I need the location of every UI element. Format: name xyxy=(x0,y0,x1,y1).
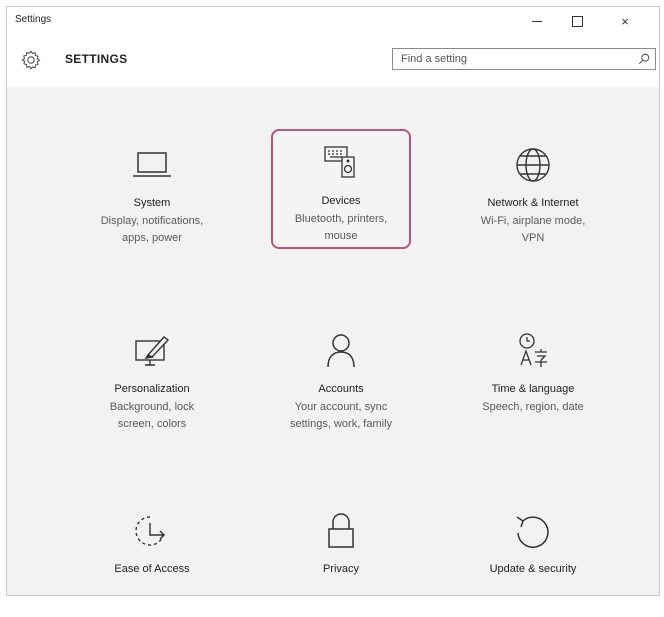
tile-description: Display, notifications, apps, power xyxy=(82,213,222,247)
page-title: SETTINGS xyxy=(65,52,128,66)
tile-description-line: settings, work, family xyxy=(289,418,393,430)
update-icon xyxy=(516,516,549,548)
tile-description-line: apps, power xyxy=(122,232,182,244)
tile-description: Bluetooth, printers, mouse xyxy=(273,211,409,245)
tile-description-line: Display, notifications, xyxy=(100,215,204,227)
tile-title: System xyxy=(133,197,171,209)
time-language-icon xyxy=(519,333,547,367)
tile-description-line: Speech, region, date xyxy=(482,401,584,413)
tile-title: Personalization xyxy=(114,383,190,395)
maximize-button[interactable] xyxy=(557,7,597,35)
tile-description: Wi-Fi, airplane mode, VPN xyxy=(463,213,603,247)
tile-description: Background, lock screen, colors xyxy=(82,399,222,433)
tile-title: Network & Internet xyxy=(487,197,579,209)
tile-network-internet[interactable]: Network & Internet Wi-Fi, airplane mode,… xyxy=(463,131,603,251)
title-bar[interactable]: Settings × xyxy=(7,7,659,35)
tile-title: Devices xyxy=(321,195,361,207)
ease-of-access-icon xyxy=(135,516,165,546)
laptop-icon xyxy=(133,152,171,177)
lock-icon xyxy=(328,513,354,548)
close-button[interactable]: × xyxy=(605,7,645,35)
tile-accounts[interactable]: Accounts Your account, sync settings, wo… xyxy=(271,317,411,437)
settings-header: SETTINGS xyxy=(7,35,659,87)
window-title: Settings xyxy=(15,14,52,25)
search-input[interactable] xyxy=(393,49,631,69)
minimize-button[interactable] xyxy=(517,7,557,35)
tile-description: Your account, sync settings, work, famil… xyxy=(271,399,411,433)
tile-privacy[interactable]: Privacy xyxy=(271,497,411,617)
tile-description-line: Background, lock xyxy=(109,401,195,413)
tile-personalization[interactable]: Personalization Background, lock screen,… xyxy=(82,317,222,437)
globe-icon xyxy=(516,148,550,182)
tile-title: Accounts xyxy=(318,383,364,395)
devices-icon xyxy=(324,146,355,178)
tile-title: Privacy xyxy=(322,563,360,575)
close-icon: × xyxy=(621,13,629,29)
tile-description-line: screen, colors xyxy=(117,418,187,430)
tile-description-line: mouse xyxy=(324,230,358,242)
tile-description-line: Wi-Fi, airplane mode, xyxy=(480,215,586,227)
settings-grid: System Display, notifications, apps, pow… xyxy=(7,87,659,595)
tile-description-line: VPN xyxy=(521,232,545,244)
search-icon[interactable] xyxy=(637,52,651,66)
personalization-icon xyxy=(135,336,170,366)
tile-update-security[interactable]: Update & security xyxy=(463,497,603,617)
tile-devices[interactable]: Devices Bluetooth, printers, mouse xyxy=(271,129,411,249)
tile-description-line: Bluetooth, printers, xyxy=(294,213,388,225)
tile-time-language[interactable]: Time & language Speech, region, date xyxy=(463,317,603,437)
tile-system[interactable]: System Display, notifications, apps, pow… xyxy=(82,131,222,251)
search-box[interactable] xyxy=(392,48,656,70)
tile-title: Update & security xyxy=(489,563,577,575)
tile-description: Speech, region, date xyxy=(463,399,603,416)
tile-description-line: Your account, sync xyxy=(294,401,388,413)
maximize-icon xyxy=(571,15,583,27)
tile-title: Ease of Access xyxy=(114,563,190,575)
person-icon xyxy=(327,334,355,368)
tile-title: Time & language xyxy=(491,383,575,395)
minimize-icon xyxy=(532,20,542,22)
tile-ease-of-access[interactable]: Ease of Access xyxy=(82,497,222,617)
gear-icon xyxy=(21,50,41,70)
settings-window: Settings × SETTINGS Find a setting Syste… xyxy=(6,6,660,596)
